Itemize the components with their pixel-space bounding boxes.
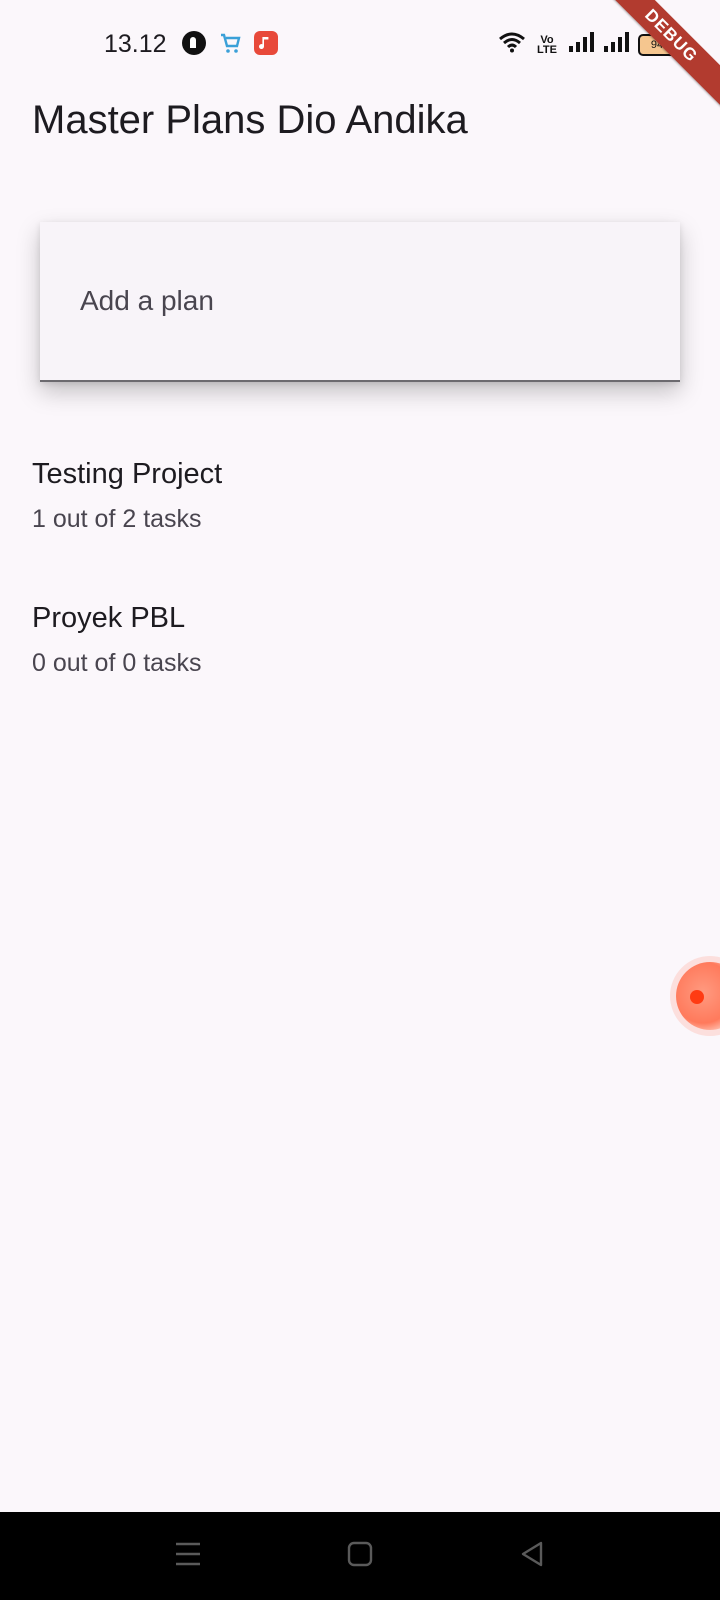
add-plan-input[interactable] (40, 222, 680, 382)
menu-button[interactable] (166, 1534, 210, 1578)
notification-icons (182, 31, 278, 55)
home-icon (347, 1541, 373, 1572)
plan-progress: 0 out of 0 tasks (32, 649, 202, 677)
menu-icon (174, 1541, 202, 1572)
status-time: 13.12 (104, 30, 167, 58)
status-bar: 13.12 Vo LTE 94 (0, 0, 720, 92)
page-title: Master Plans Dio Andika (32, 98, 468, 142)
list-item[interactable]: Testing Project 1 out of 2 tasks (0, 444, 720, 588)
plan-progress: 1 out of 2 tasks (32, 505, 202, 533)
plan-title: Proyek PBL (32, 602, 186, 634)
plan-list: Testing Project 1 out of 2 tasks Proyek … (0, 444, 720, 732)
back-icon (519, 1541, 545, 1572)
list-item[interactable]: Proyek PBL 0 out of 0 tasks (0, 588, 720, 732)
music-icon (254, 31, 278, 55)
signal-icon (568, 32, 594, 57)
plan-title: Testing Project (32, 458, 223, 490)
back-button[interactable] (510, 1534, 554, 1578)
shopping-cart-icon (218, 31, 242, 55)
assistant-dot-icon (690, 990, 704, 1004)
home-button[interactable] (338, 1534, 382, 1578)
volte-icon: Vo LTE (537, 33, 557, 56)
floating-assistant-button[interactable] (676, 962, 720, 1030)
wifi-icon (498, 31, 526, 58)
signal-icon (603, 32, 629, 57)
app-notification-icon (182, 31, 206, 55)
navigation-bar (0, 1512, 720, 1600)
add-plan-card (40, 222, 680, 382)
